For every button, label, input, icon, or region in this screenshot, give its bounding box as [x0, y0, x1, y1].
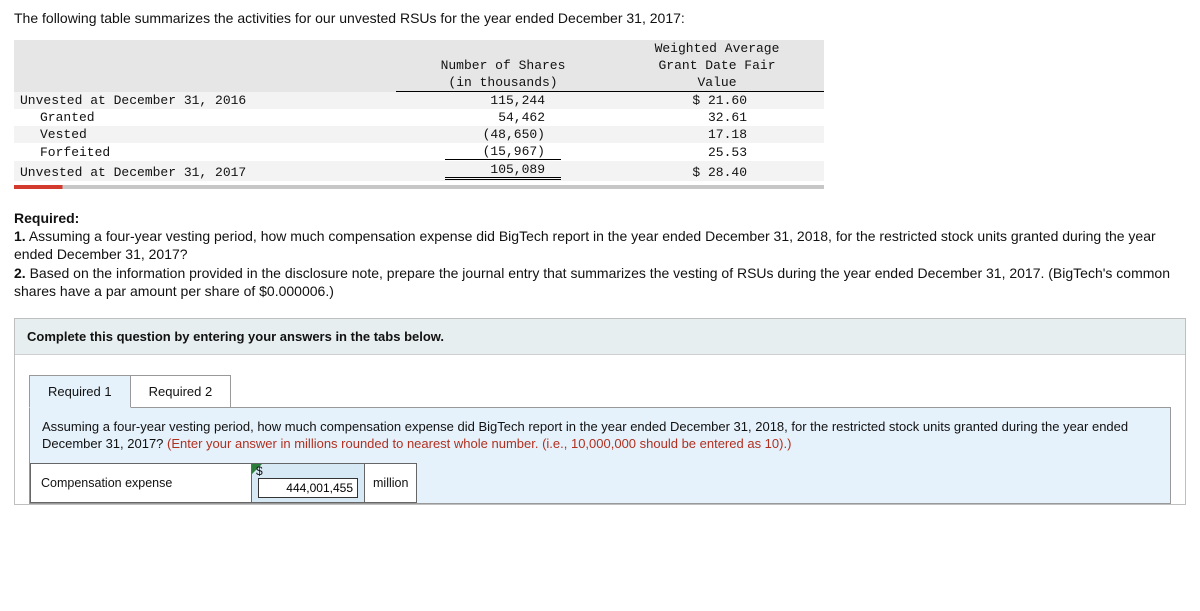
- col3-header-l2: Grant Date Fair: [610, 57, 824, 74]
- col2-blank: [396, 40, 610, 57]
- rsu-activity-table: Weighted Average Number of Shares Grant …: [14, 40, 824, 181]
- col3-header-l3: Value: [610, 74, 824, 92]
- intro-text: The following table summarizes the activ…: [14, 10, 1186, 26]
- answer-unit: million: [365, 463, 417, 503]
- row-label: Forfeited: [14, 143, 396, 161]
- row-value: 25.53: [657, 145, 777, 160]
- tab-required-1[interactable]: Required 1: [29, 375, 131, 408]
- row-shares: (48,650): [445, 127, 561, 142]
- col2-header-l1: Number of Shares: [396, 57, 610, 74]
- row-value: 32.61: [657, 110, 777, 125]
- table-row: Unvested at December 31, 2017 105,089 $ …: [14, 161, 824, 181]
- row-label: Unvested at December 31, 2016: [14, 92, 396, 110]
- compensation-expense-input[interactable]: [258, 478, 358, 498]
- row-value: $ 28.40: [657, 165, 777, 180]
- row-shares: 54,462: [445, 110, 561, 125]
- table-row: Unvested at December 31, 2016 115,244 $ …: [14, 92, 824, 110]
- required-heading: Required:: [14, 210, 79, 226]
- answer-row-label: Compensation expense: [30, 463, 252, 503]
- table-accent-bar: [14, 185, 824, 189]
- row-value: $ 21.60: [657, 93, 777, 108]
- row-shares: 105,089: [445, 162, 561, 180]
- tab-panel-required-1: Assuming a four-year vesting period, how…: [29, 407, 1171, 504]
- table-row: Granted 54,462 32.61: [14, 109, 824, 126]
- currency-symbol: $: [256, 464, 263, 478]
- table-row: Forfeited (15,967) 25.53: [14, 143, 824, 161]
- col2-header-l2: (in thousands): [396, 74, 610, 92]
- row-shares: (15,967): [445, 144, 561, 160]
- col3-header-l1: Weighted Average: [610, 40, 824, 57]
- row-value: 17.18: [657, 127, 777, 142]
- row-shares: 115,244: [445, 93, 561, 108]
- panel-prompt: Assuming a four-year vesting period, how…: [42, 418, 1158, 453]
- tab-required-2[interactable]: Required 2: [130, 375, 232, 408]
- table-row: Vested (48,650) 17.18: [14, 126, 824, 143]
- row-label: Granted: [14, 109, 396, 126]
- tab-strip: Required 1 Required 2: [29, 375, 1185, 408]
- required-block: Required: 1. Assuming a four-year vestin…: [14, 209, 1186, 300]
- q1-label: 1.: [14, 228, 26, 244]
- answer-container: Complete this question by entering your …: [14, 318, 1186, 505]
- row-label: Unvested at December 31, 2017: [14, 161, 396, 181]
- panel-hint: (Enter your answer in millions rounded t…: [167, 436, 791, 451]
- answer-instructions: Complete this question by entering your …: [15, 319, 1185, 355]
- q2-label: 2.: [14, 265, 26, 281]
- answer-value-cell: $: [252, 463, 365, 503]
- q1-text: Assuming a four-year vesting period, how…: [14, 228, 1156, 262]
- q2-text: Based on the information provided in the…: [14, 265, 1170, 299]
- answer-row: Compensation expense $ million: [30, 463, 1170, 503]
- row-label: Vested: [14, 126, 396, 143]
